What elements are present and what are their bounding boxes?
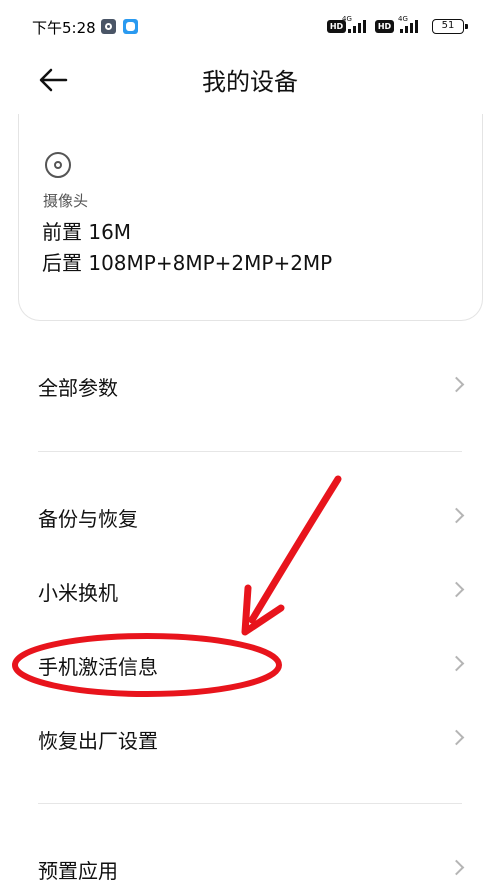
menu-item-label: 小米换机 bbox=[38, 581, 118, 605]
chevron-right-icon bbox=[448, 376, 465, 393]
battery-icon: 51 bbox=[432, 19, 468, 34]
hd-icon: HD bbox=[375, 20, 394, 33]
menu-item-label: 全部参数 bbox=[38, 376, 118, 400]
camera-spec-card: 摄像头 前置 16M 后置 108MP+8MP+2MP+2MP bbox=[18, 114, 483, 321]
menu-item-label: 预置应用 bbox=[38, 859, 118, 883]
chevron-right-icon bbox=[448, 581, 465, 598]
menu-item-label: 备份与恢复 bbox=[38, 507, 138, 531]
menu-item-preinstalled-apps[interactable]: 预置应用 bbox=[0, 841, 500, 888]
chevron-right-icon bbox=[448, 655, 465, 672]
signal-icon bbox=[400, 18, 424, 33]
divider bbox=[38, 451, 462, 452]
chevron-right-icon bbox=[448, 859, 465, 876]
menu-item-mi-mover[interactable]: 小米换机 bbox=[0, 563, 500, 619]
page-title: 我的设备 bbox=[202, 68, 298, 96]
menu-item-factory-reset[interactable]: 恢复出厂设置 bbox=[0, 711, 500, 767]
menu-item-label: 恢复出厂设置 bbox=[38, 729, 158, 753]
chevron-right-icon bbox=[448, 507, 465, 524]
divider bbox=[38, 803, 462, 804]
camera-label: 摄像头 bbox=[43, 192, 89, 210]
gear-icon bbox=[101, 19, 116, 34]
menu-item-backup-restore[interactable]: 备份与恢复 bbox=[0, 489, 500, 545]
menu-item-label: 手机激活信息 bbox=[38, 655, 158, 679]
chevron-right-icon bbox=[448, 729, 465, 746]
signal-icon bbox=[348, 18, 372, 33]
front-camera-spec: 前置 16M bbox=[42, 220, 132, 244]
rear-camera-spec: 后置 108MP+8MP+2MP+2MP bbox=[42, 251, 333, 275]
status-bar: 下午5:28 HD 4G HD 4G 51 bbox=[0, 0, 500, 52]
status-time: 下午5:28 bbox=[32, 19, 96, 37]
camera-lens-icon bbox=[45, 152, 71, 178]
menu-item-activation-info[interactable]: 手机激活信息 bbox=[0, 637, 500, 693]
menu-item-all-params[interactable]: 全部参数 bbox=[0, 358, 500, 414]
app-icon bbox=[123, 19, 138, 34]
